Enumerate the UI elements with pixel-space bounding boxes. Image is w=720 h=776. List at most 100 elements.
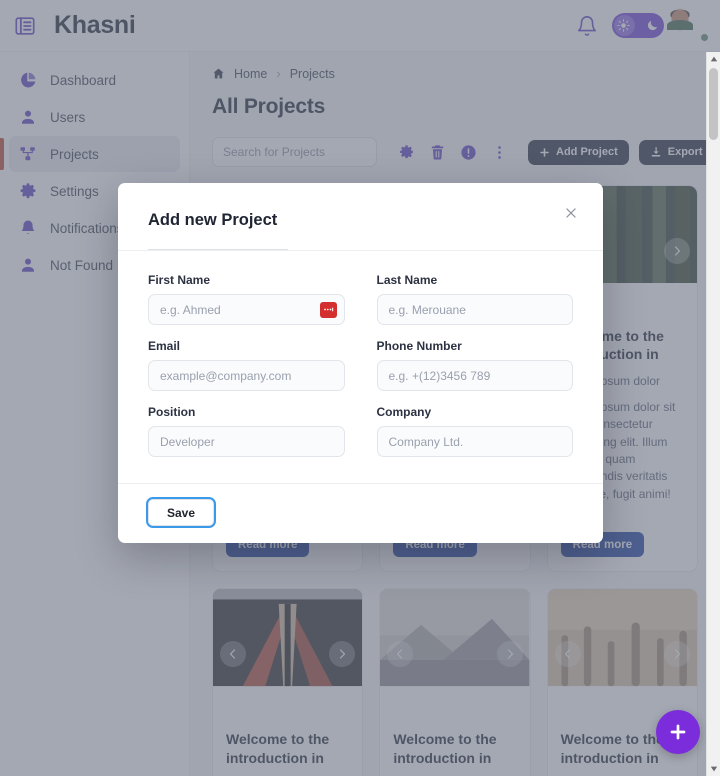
top-bar-right	[576, 8, 720, 42]
scrollbar-down-button[interactable]	[707, 762, 720, 776]
modal-body: First Name L	[118, 251, 603, 483]
card-carousel[interactable]	[213, 589, 363, 719]
project-card[interactable]: Welcome to the introduction in Lorem ips…	[212, 588, 364, 776]
first-name-input[interactable]	[148, 294, 345, 325]
add-project-label: Add Project	[556, 146, 618, 158]
chevron-left-icon	[564, 649, 570, 660]
field-label: Last Name	[376, 273, 438, 287]
close-icon[interactable]	[561, 203, 581, 223]
gear-icon	[18, 182, 37, 201]
card-carousel[interactable]	[547, 589, 697, 719]
toolbar-icons	[397, 143, 509, 162]
carousel-dot[interactable]	[573, 703, 581, 711]
form-field-first-name: First Name	[148, 273, 345, 325]
home-icon	[213, 68, 224, 79]
project-form: First Name L	[148, 273, 573, 457]
carousel-dots	[223, 703, 262, 711]
download-icon	[651, 147, 661, 157]
scrollbar-up-button[interactable]	[707, 52, 720, 66]
top-bar: Khasni	[0, 0, 720, 52]
breadcrumb-home[interactable]: Home	[234, 67, 267, 81]
scrollbar-thumb[interactable]	[709, 68, 718, 140]
field-wrap	[376, 360, 573, 391]
company-input[interactable]	[376, 426, 573, 457]
card-image-cactus-sunset	[547, 589, 697, 687]
carousel-next-button[interactable]	[329, 641, 356, 668]
pie-chart-icon	[18, 71, 37, 90]
app-root: Khasni Dashboard Users Projects Settings…	[0, 0, 720, 776]
breadcrumb: Home › Projects	[212, 66, 698, 81]
carousel-dot[interactable]	[390, 703, 398, 711]
last-name-input[interactable]	[376, 294, 573, 325]
carousel-dot[interactable]	[239, 703, 246, 711]
page-scrollbar[interactable]	[706, 52, 720, 776]
email-input[interactable]	[148, 360, 345, 391]
sidebar-item-dashboard[interactable]: Dashboard	[9, 62, 180, 98]
page-title: All Projects	[212, 95, 326, 118]
card-carousel[interactable]	[380, 589, 530, 719]
field-wrap	[376, 426, 573, 457]
carousel-dot[interactable]	[422, 703, 430, 711]
field-label: Email	[148, 339, 181, 353]
carousel-dot[interactable]	[557, 703, 565, 711]
carousel-prev-button[interactable]	[387, 641, 414, 668]
add-project-button[interactable]: Add Project	[528, 139, 629, 165]
breadcrumb-separator: ›	[276, 66, 281, 81]
card-body: Welcome to the introduction in Lorem ips…	[213, 719, 362, 776]
carousel-prev-button[interactable]	[554, 641, 581, 668]
more-vertical-icon[interactable]	[490, 143, 509, 162]
sidebar-item-users[interactable]: Users	[9, 99, 180, 135]
carousel-next-button[interactable]	[663, 641, 690, 668]
chevron-right-icon	[507, 649, 513, 660]
alert-circle-icon[interactable]	[459, 143, 478, 162]
autofill-icon[interactable]	[319, 301, 337, 318]
sun-icon	[617, 19, 630, 32]
sidebar-toggle-icon[interactable]	[14, 15, 36, 37]
avatar-shirt	[667, 19, 693, 30]
chevron-right-icon	[674, 246, 681, 256]
modal-footer: Save	[118, 483, 603, 543]
phone-number-input[interactable]	[376, 360, 573, 391]
export-button[interactable]: Export	[638, 139, 714, 165]
trash-icon[interactable]	[428, 143, 447, 162]
chevron-down-icon	[710, 766, 717, 772]
carousel-next-button[interactable]	[663, 238, 690, 264]
form-field-phone-number: Phone Number	[376, 339, 573, 391]
top-bar-left: Khasni	[0, 11, 136, 40]
project-card[interactable]: Welcome to the introduction in Lorem ips…	[379, 588, 531, 776]
carousel-next-button[interactable]	[496, 641, 523, 668]
save-button[interactable]: Save	[145, 497, 217, 528]
form-field-last-name: Last Name	[376, 273, 573, 325]
add-project-modal: Add new Project First Name e.g. Ahmed La…	[118, 183, 603, 543]
status-badge	[700, 32, 709, 42]
carousel-dot[interactable]	[589, 703, 597, 711]
carousel-prev-button[interactable]	[220, 641, 246, 668]
theme-toggle[interactable]	[612, 13, 664, 38]
carousel-dots	[390, 703, 430, 711]
breadcrumb-projects[interactable]: Projects	[290, 67, 335, 81]
modal-header: Add new Project	[118, 183, 603, 250]
settings-gear-icon[interactable]	[397, 143, 416, 162]
avatar[interactable]	[667, 8, 709, 42]
user-icon	[18, 256, 37, 275]
field-label: First Name	[148, 273, 211, 287]
modal-title: Add new Project	[148, 211, 278, 229]
position-input[interactable]	[148, 426, 345, 457]
field-wrap	[148, 294, 345, 325]
form-field-position: Position	[148, 405, 345, 457]
search-input[interactable]	[212, 137, 377, 167]
card-image-misty-mountains	[380, 589, 530, 687]
user-icon	[18, 108, 37, 127]
bell-icon[interactable]	[576, 15, 598, 37]
sidebar-item-projects[interactable]: Projects	[0, 136, 180, 172]
chevron-left-icon	[229, 649, 236, 660]
card-title: Welcome to the introduction in	[226, 731, 330, 766]
field-wrap	[148, 426, 345, 457]
carousel-dot[interactable]	[255, 703, 262, 711]
field-label: Company	[376, 405, 432, 419]
sidebar-item-label: Settings	[50, 183, 99, 199]
add-floating-action-button[interactable]	[656, 710, 700, 754]
carousel-dot[interactable]	[406, 703, 414, 711]
carousel-dot[interactable]	[223, 703, 230, 711]
chevron-up-icon	[710, 56, 717, 62]
